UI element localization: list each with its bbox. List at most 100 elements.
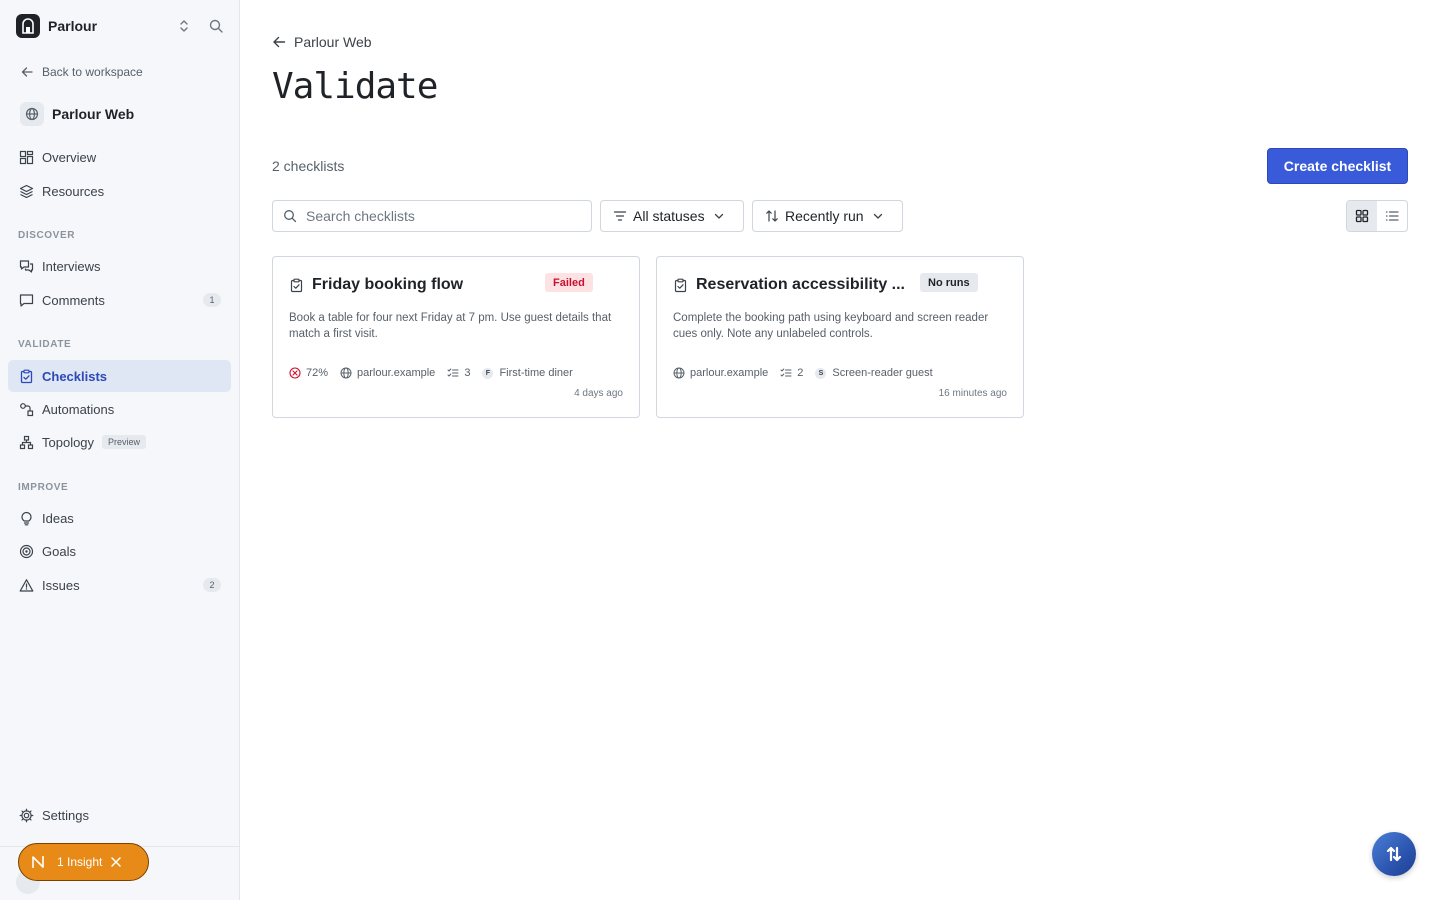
warning-icon — [18, 577, 34, 593]
steps-meta: 2 — [780, 367, 803, 379]
checklist-steps-icon — [447, 368, 459, 377]
clipboard-check-icon — [18, 368, 34, 384]
sidebar-item-resources[interactable]: Resources — [8, 175, 231, 207]
view-mode-toggle — [1346, 200, 1408, 232]
sidebar-item-overview[interactable]: Overview — [8, 141, 231, 173]
card-timestamp: 16 minutes ago — [938, 388, 1007, 399]
sidebar-item-label: Comments — [42, 292, 105, 308]
arrow-left-icon — [21, 67, 33, 77]
status-filter-value: All statuses — [633, 208, 705, 224]
persona-meta: F First-time diner — [482, 367, 573, 379]
search-input[interactable] — [306, 208, 576, 224]
overview-grid-icon — [18, 149, 34, 165]
sidebar-item-automations[interactable]: Automations — [8, 393, 231, 425]
arrow-left-icon — [273, 36, 286, 48]
close-icon[interactable] — [110, 856, 122, 868]
sidebar-item-label: Issues — [42, 577, 80, 593]
chevron-down-icon — [873, 213, 882, 219]
sidebar-item-interviews[interactable]: Interviews — [8, 250, 231, 282]
page-title: Validate — [272, 66, 438, 107]
card-title: Friday booking flow — [312, 276, 464, 293]
gear-icon — [18, 807, 34, 823]
section-label-validate: VALIDATE — [18, 339, 72, 350]
sidebar-item-label: Checklists — [42, 368, 108, 384]
workspace-switcher[interactable]: Parlour — [16, 14, 226, 38]
domain-meta: parlour.example — [673, 367, 768, 379]
sidebar-item-label: Ideas — [42, 510, 74, 526]
status-badge: Failed — [545, 273, 593, 292]
automation-icon — [18, 401, 34, 417]
sidebar-item-label: Interviews — [42, 258, 101, 274]
card-title: Reservation accessibility ... — [696, 276, 905, 293]
sidebar-item-label: Topology — [42, 434, 95, 450]
status-filter-dropdown[interactable]: All statuses — [600, 200, 744, 232]
status-badge: No runs — [920, 273, 978, 292]
card-meta: 72% parlour.example 3 F First-time diner — [289, 367, 585, 379]
sidebar-item-issues[interactable]: Issues 2 — [8, 569, 231, 601]
grid-view-icon — [1355, 209, 1369, 223]
swap-arrows-icon — [1386, 846, 1402, 862]
breadcrumb[interactable]: Parlour Web — [272, 33, 372, 51]
sidebar-item-ideas[interactable]: Ideas — [8, 502, 231, 534]
card-meta: parlour.example 2 S Screen-reader guest — [673, 367, 945, 379]
section-label-discover: DISCOVER — [18, 230, 76, 241]
topology-icon — [18, 434, 34, 450]
sidebar-item-label: Automations — [42, 401, 115, 417]
workspace-name: Parlour — [48, 18, 98, 34]
globe-icon — [20, 102, 44, 126]
domain-meta: parlour.example — [340, 367, 435, 379]
search-field[interactable] — [272, 200, 592, 232]
comments-count-badge: 1 — [203, 293, 221, 307]
persona-value: Screen-reader guest — [832, 367, 933, 379]
sort-dropdown[interactable]: Recently run — [752, 200, 903, 232]
back-link-label: Back to workspace — [42, 65, 143, 79]
sidebar-item-checklists[interactable]: Checklists — [8, 360, 231, 392]
sidebar-item-settings[interactable]: Settings — [8, 799, 231, 831]
sidebar: Parlour Back to workspace Parlour Web Ov… — [0, 0, 240, 900]
search-icon — [284, 210, 297, 223]
create-checklist-button[interactable]: Create checklist — [1267, 148, 1408, 184]
project-header[interactable]: Parlour Web — [20, 101, 134, 127]
comment-icon — [18, 292, 34, 308]
chat-icon — [18, 258, 34, 274]
persona-meta: S Screen-reader guest — [815, 367, 933, 379]
checklist-card[interactable]: Reservation accessibility ... No runs Co… — [656, 256, 1024, 418]
persona-avatar: F — [482, 367, 494, 379]
checklist-steps-icon — [780, 368, 792, 377]
layers-icon — [18, 183, 34, 199]
card-description: Complete the booking path using keyboard… — [673, 312, 989, 340]
sort-value: Recently run — [785, 208, 864, 224]
steps-meta: 3 — [447, 367, 470, 379]
score-meta: 72% — [289, 367, 328, 379]
filter-icon — [613, 211, 627, 221]
target-icon — [18, 543, 34, 559]
back-to-workspace-link[interactable]: Back to workspace — [20, 63, 143, 81]
sidebar-item-topology[interactable]: Topology Preview — [8, 426, 231, 458]
persona-avatar: S — [815, 367, 827, 379]
search-icon[interactable] — [208, 18, 224, 34]
lightbulb-icon — [18, 510, 34, 526]
card-header: Friday booking flow — [289, 276, 463, 294]
clipboard-check-icon — [674, 278, 687, 292]
insight-pill[interactable]: 1 Insight — [18, 843, 149, 881]
sidebar-item-label: Settings — [42, 807, 89, 823]
card-description: Book a table for four next Friday at 7 p… — [289, 312, 612, 340]
sort-arrows-icon — [766, 210, 778, 222]
chevron-up-down-icon[interactable] — [176, 18, 192, 34]
sidebar-item-goals[interactable]: Goals — [8, 535, 231, 567]
clipboard-check-icon — [290, 278, 303, 292]
domain-value: parlour.example — [357, 367, 436, 379]
assistant-fab-button[interactable] — [1372, 832, 1416, 876]
steps-value: 2 — [797, 367, 804, 379]
checklist-card[interactable]: Friday booking flow Failed Book a table … — [272, 256, 640, 418]
sidebar-item-comments[interactable]: Comments 1 — [8, 284, 231, 316]
grid-view-button[interactable] — [1347, 201, 1377, 231]
insight-logo-icon — [32, 856, 44, 868]
list-view-button[interactable] — [1377, 201, 1407, 231]
insight-label: 1 Insight — [57, 855, 103, 869]
project-name: Parlour Web — [52, 106, 135, 122]
checklist-count: 2 checklists — [272, 158, 345, 174]
breadcrumb-label: Parlour Web — [294, 34, 372, 50]
globe-icon — [673, 367, 685, 379]
steps-value: 3 — [464, 367, 471, 379]
